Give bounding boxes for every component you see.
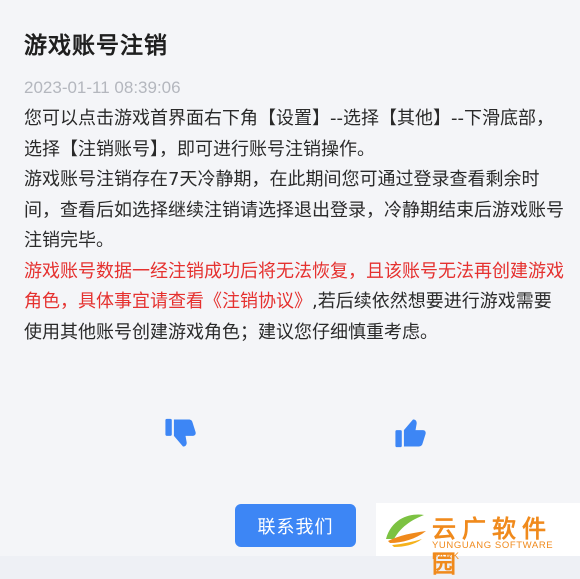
watermark-subtitle: YUNGUANG SOFTWARE PARK [432, 540, 554, 562]
thumbs-down-icon [165, 418, 196, 447]
dislike-button[interactable] [161, 413, 201, 453]
contact-us-button[interactable]: 联系我们 [235, 504, 356, 547]
like-button[interactable] [391, 413, 431, 453]
paragraph-warning: 游戏账号数据一经注销成功后将无法恢复，且该账号无法再创建游戏角色，具体事宜请查看… [24, 257, 564, 349]
watermark: 云广软件园 YUNGUANG SOFTWARE PARK [376, 503, 580, 578]
publish-timestamp: 2023-01-11 08:39:06 [24, 78, 181, 97]
watermark-leaf-logo [386, 514, 426, 547]
paragraph-instructions: 您可以点击游戏首界面右下角【设置】--选择【其他】--下滑底部，选择【注销账号】… [24, 108, 554, 160]
article-card: 游戏账号注销 2023-01-11 08:39:06 您可以点击游戏首界面右下角… [0, 0, 580, 556]
paragraph-cooldown: 游戏账号注销存在7天冷静期，在此期间您可通过登录查看剩余时间，查看后如选择继续注… [24, 169, 564, 251]
thumbs-up-icon [395, 419, 426, 448]
page-title: 游戏账号注销 [24, 33, 168, 59]
article-body: 您可以点击游戏首界面右下角【设置】--选择【其他】--下滑底部，选择【注销账号】… [24, 104, 564, 348]
